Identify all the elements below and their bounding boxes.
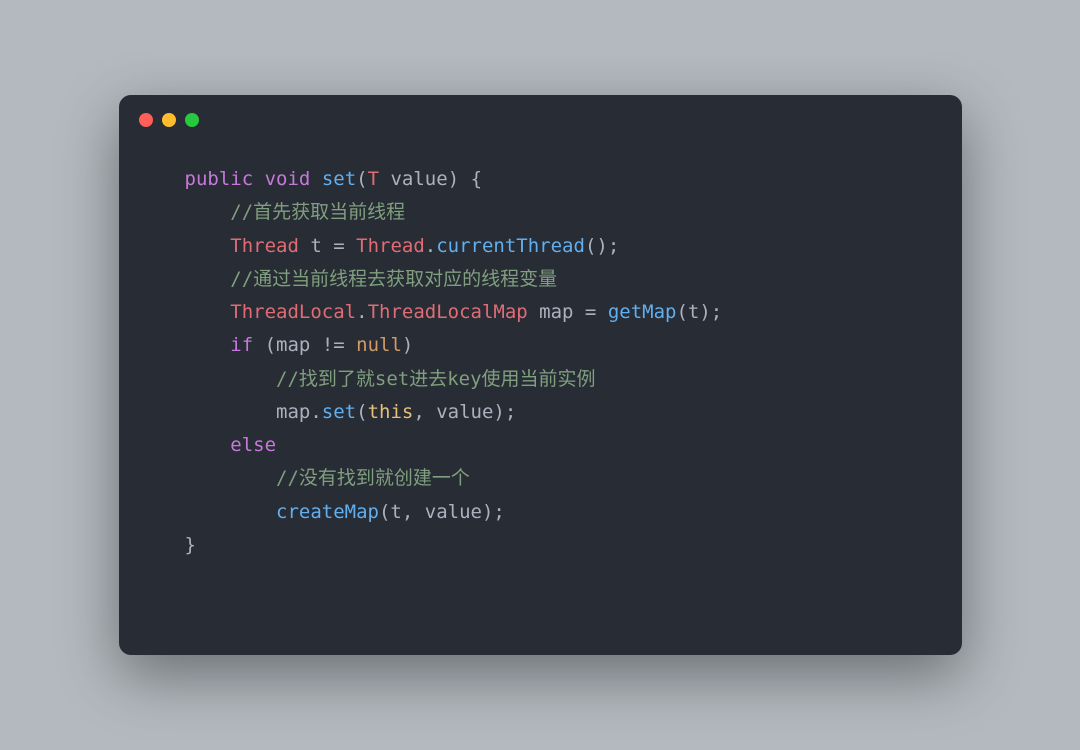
punct: ) <box>448 168 459 190</box>
method-set: set <box>322 401 356 423</box>
arg-t: t <box>390 501 401 523</box>
comment-line: //通过当前线程去获取对应的线程变量 <box>230 268 557 290</box>
code-window: public void set(T value) { //首先获取当前线程 Th… <box>119 95 962 655</box>
type-thread2: Thread <box>345 235 425 257</box>
keyword-if: if <box>230 334 253 356</box>
op-ne: != <box>310 334 356 356</box>
punct: ( <box>676 301 687 323</box>
comment-line: //没有找到就创建一个 <box>276 467 470 489</box>
punct-dot: . <box>310 401 321 423</box>
comment-line: //找到了就set进去key使用当前实例 <box>276 368 596 390</box>
punct-dot: . <box>356 301 367 323</box>
op-eq: = <box>585 301 596 323</box>
op-eq: = <box>333 235 344 257</box>
punct: ); <box>699 301 722 323</box>
param-value: value <box>379 168 448 190</box>
punct: , value); <box>402 501 505 523</box>
keyword-public: public <box>185 168 254 190</box>
comment-line: //首先获取当前线程 <box>230 201 405 223</box>
keyword-null: null <box>356 334 402 356</box>
keyword-void: void <box>265 168 311 190</box>
brace: { <box>459 168 482 190</box>
titlebar <box>119 95 962 135</box>
var-map: map <box>276 334 310 356</box>
punct-dot: . <box>425 235 436 257</box>
type-T: T <box>368 168 379 190</box>
method-createMap: createMap <box>276 501 379 523</box>
arg-t: t <box>688 301 699 323</box>
keyword-else: else <box>230 434 276 456</box>
punct: (); <box>585 235 619 257</box>
maximize-icon[interactable] <box>185 113 199 127</box>
punct: ( <box>253 334 276 356</box>
code-content: public void set(T value) { //首先获取当前线程 Th… <box>119 135 962 602</box>
punct: ( <box>356 401 367 423</box>
punct: ) <box>402 334 413 356</box>
var-t: t <box>299 235 333 257</box>
punct: , value); <box>413 401 516 423</box>
var-map: map <box>528 301 585 323</box>
minimize-icon[interactable] <box>162 113 176 127</box>
method-set: set <box>322 168 356 190</box>
punct: ( <box>356 168 367 190</box>
type-threadlocalmap: ThreadLocalMap <box>368 301 528 323</box>
type-threadlocal: ThreadLocal <box>230 301 356 323</box>
var-map: map <box>276 401 310 423</box>
brace-close: } <box>185 534 196 556</box>
type-thread: Thread <box>230 235 299 257</box>
punct: ( <box>379 501 390 523</box>
close-icon[interactable] <box>139 113 153 127</box>
method-getMap: getMap <box>596 301 676 323</box>
method-currentThread: currentThread <box>436 235 585 257</box>
keyword-this: this <box>368 401 414 423</box>
